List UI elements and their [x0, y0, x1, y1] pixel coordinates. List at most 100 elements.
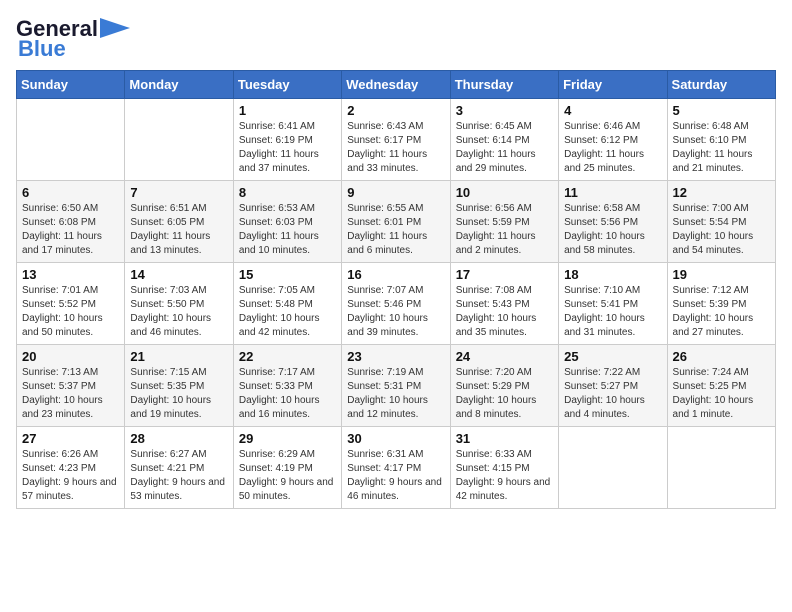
- day-number: 9: [347, 185, 444, 200]
- weekday-header: Friday: [559, 71, 667, 99]
- day-number: 17: [456, 267, 553, 282]
- weekday-header: Wednesday: [342, 71, 450, 99]
- day-info: Sunrise: 7:19 AMSunset: 5:31 PMDaylight:…: [347, 366, 444, 422]
- day-number: 10: [456, 185, 553, 200]
- calendar-cell: 27Sunrise: 6:26 AMSunset: 4:23 PMDayligh…: [17, 427, 125, 509]
- day-number: 25: [564, 349, 661, 364]
- day-number: 18: [564, 267, 661, 282]
- calendar-cell: 28 Sunrise: 6:27 AMSunset: 4:21 PMDayligh…: [125, 427, 233, 509]
- calendar-cell: [667, 427, 775, 509]
- calendar-cell: 17 Sunrise: 7:08 AMSunset: 5:43 PMDayligh…: [450, 263, 558, 345]
- day-info: Sunrise: 7:10 AMSunset: 5:41 PMDaylight:…: [564, 284, 661, 340]
- day-number: 31: [456, 431, 553, 446]
- day-number: 2: [347, 103, 444, 118]
- day-number: 15: [239, 267, 336, 282]
- weekday-header: Monday: [125, 71, 233, 99]
- day-number: 23: [347, 349, 444, 364]
- logo-blue: Blue: [16, 36, 66, 62]
- calendar-cell: 30 Sunrise: 6:31 AMSunset: 4:17 PMDayligh…: [342, 427, 450, 509]
- calendar-header: SundayMondayTuesdayWednesdayThursdayFrid…: [17, 71, 776, 99]
- calendar-cell: 16Sunrise: 7:07 AMSunset: 5:46 PMDayligh…: [342, 263, 450, 345]
- calendar-cell: 24 Sunrise: 7:20 AMSunset: 5:29 PMDayligh…: [450, 345, 558, 427]
- calendar-cell: 12Sunrise: 7:00 AMSunset: 5:54 PMDayligh…: [667, 181, 775, 263]
- calendar-cell: 5 Sunrise: 6:48 AMSunset: 6:10 PMDaylight…: [667, 99, 775, 181]
- calendar-cell: 31Sunrise: 6:33 AMSunset: 4:15 PMDayligh…: [450, 427, 558, 509]
- day-number: 16: [347, 267, 444, 282]
- day-number: 30: [347, 431, 444, 446]
- calendar-cell: 3 Sunrise: 6:45 AMSunset: 6:14 PMDaylight…: [450, 99, 558, 181]
- day-info: Sunrise: 6:45 AMSunset: 6:14 PMDaylight:…: [456, 120, 553, 176]
- day-info: Sunrise: 6:41 AMSunset: 6:19 PMDaylight:…: [239, 120, 336, 176]
- calendar-cell: 11Sunrise: 6:58 AMSunset: 5:56 PMDayligh…: [559, 181, 667, 263]
- day-info: Sunrise: 7:08 AMSunset: 5:43 PMDaylight:…: [456, 284, 553, 340]
- calendar-cell: 8 Sunrise: 6:53 AMSunset: 6:03 PMDaylight…: [233, 181, 341, 263]
- day-number: 29: [239, 431, 336, 446]
- day-number: 21: [130, 349, 227, 364]
- calendar-body: 1 Sunrise: 6:41 AMSunset: 6:19 PMDaylight…: [17, 99, 776, 509]
- calendar-cell: 15 Sunrise: 7:05 AMSunset: 5:48 PMDayligh…: [233, 263, 341, 345]
- calendar-week-row: 6Sunrise: 6:50 AMSunset: 6:08 PMDaylight…: [17, 181, 776, 263]
- day-number: 7: [130, 185, 227, 200]
- day-info: Sunrise: 6:55 AMSunset: 6:01 PMDaylight:…: [347, 202, 444, 258]
- day-number: 22: [239, 349, 336, 364]
- day-info: Sunrise: 7:15 AMSunset: 5:35 PMDaylight:…: [130, 366, 227, 422]
- calendar-cell: 2 Sunrise: 6:43 AMSunset: 6:17 PMDaylight…: [342, 99, 450, 181]
- day-number: 26: [673, 349, 770, 364]
- weekday-header: Tuesday: [233, 71, 341, 99]
- calendar-cell: 21 Sunrise: 7:15 AMSunset: 5:35 PMDayligh…: [125, 345, 233, 427]
- day-info: Sunrise: 7:01 AMSunset: 5:52 PMDaylight:…: [22, 284, 119, 340]
- calendar-cell: 18 Sunrise: 7:10 AMSunset: 5:41 PMDayligh…: [559, 263, 667, 345]
- calendar-cell: 25 Sunrise: 7:22 AMSunset: 5:27 PMDayligh…: [559, 345, 667, 427]
- day-number: 4: [564, 103, 661, 118]
- calendar-week-row: 1 Sunrise: 6:41 AMSunset: 6:19 PMDaylight…: [17, 99, 776, 181]
- day-number: 13: [22, 267, 119, 282]
- calendar-cell: 20Sunrise: 7:13 AMSunset: 5:37 PMDayligh…: [17, 345, 125, 427]
- weekday-row: SundayMondayTuesdayWednesdayThursdayFrid…: [17, 71, 776, 99]
- day-number: 5: [673, 103, 770, 118]
- day-info: Sunrise: 6:48 AMSunset: 6:10 PMDaylight:…: [673, 120, 770, 176]
- day-info: Sunrise: 6:53 AMSunset: 6:03 PMDaylight:…: [239, 202, 336, 258]
- day-number: 24: [456, 349, 553, 364]
- day-info: Sunrise: 6:43 AMSunset: 6:17 PMDaylight:…: [347, 120, 444, 176]
- day-info: Sunrise: 6:46 AMSunset: 6:12 PMDaylight:…: [564, 120, 661, 176]
- day-info: Sunrise: 6:29 AMSunset: 4:19 PMDaylight:…: [239, 448, 336, 504]
- calendar-cell: 19Sunrise: 7:12 AMSunset: 5:39 PMDayligh…: [667, 263, 775, 345]
- day-number: 27: [22, 431, 119, 446]
- calendar-cell: 4 Sunrise: 6:46 AMSunset: 6:12 PMDaylight…: [559, 99, 667, 181]
- day-info: Sunrise: 7:20 AMSunset: 5:29 PMDaylight:…: [456, 366, 553, 422]
- day-number: 28: [130, 431, 227, 446]
- calendar-cell: [559, 427, 667, 509]
- day-number: 1: [239, 103, 336, 118]
- calendar-week-row: 13 Sunrise: 7:01 AMSunset: 5:52 PMDayligh…: [17, 263, 776, 345]
- calendar-cell: 14Sunrise: 7:03 AMSunset: 5:50 PMDayligh…: [125, 263, 233, 345]
- day-number: 6: [22, 185, 119, 200]
- calendar-cell: 26 Sunrise: 7:24 AMSunset: 5:25 PMDayligh…: [667, 345, 775, 427]
- calendar-cell: 10 Sunrise: 6:56 AMSunset: 5:59 PMDayligh…: [450, 181, 558, 263]
- day-info: Sunrise: 7:22 AMSunset: 5:27 PMDaylight:…: [564, 366, 661, 422]
- weekday-header: Saturday: [667, 71, 775, 99]
- calendar-cell: [17, 99, 125, 181]
- day-info: Sunrise: 6:27 AMSunset: 4:21 PMDaylight:…: [130, 448, 227, 504]
- calendar-table: SundayMondayTuesdayWednesdayThursdayFrid…: [16, 70, 776, 509]
- day-info: Sunrise: 7:17 AMSunset: 5:33 PMDaylight:…: [239, 366, 336, 422]
- day-info: Sunrise: 7:13 AMSunset: 5:37 PMDaylight:…: [22, 366, 119, 422]
- day-info: Sunrise: 6:56 AMSunset: 5:59 PMDaylight:…: [456, 202, 553, 258]
- calendar-cell: [125, 99, 233, 181]
- day-number: 19: [673, 267, 770, 282]
- calendar-week-row: 27Sunrise: 6:26 AMSunset: 4:23 PMDayligh…: [17, 427, 776, 509]
- day-info: Sunrise: 6:31 AMSunset: 4:17 PMDaylight:…: [347, 448, 444, 504]
- day-number: 3: [456, 103, 553, 118]
- calendar-cell: 7Sunrise: 6:51 AMSunset: 6:05 PMDaylight…: [125, 181, 233, 263]
- calendar-cell: 1 Sunrise: 6:41 AMSunset: 6:19 PMDaylight…: [233, 99, 341, 181]
- day-number: 14: [130, 267, 227, 282]
- day-info: Sunrise: 7:24 AMSunset: 5:25 PMDaylight:…: [673, 366, 770, 422]
- calendar-cell: 9 Sunrise: 6:55 AMSunset: 6:01 PMDaylight…: [342, 181, 450, 263]
- day-info: Sunrise: 7:05 AMSunset: 5:48 PMDaylight:…: [239, 284, 336, 340]
- day-info: Sunrise: 6:58 AMSunset: 5:56 PMDaylight:…: [564, 202, 661, 258]
- day-number: 8: [239, 185, 336, 200]
- calendar-cell: 6Sunrise: 6:50 AMSunset: 6:08 PMDaylight…: [17, 181, 125, 263]
- calendar-cell: 23 Sunrise: 7:19 AMSunset: 5:31 PMDayligh…: [342, 345, 450, 427]
- weekday-header: Sunday: [17, 71, 125, 99]
- calendar-cell: 29 Sunrise: 6:29 AMSunset: 4:19 PMDayligh…: [233, 427, 341, 509]
- day-number: 12: [673, 185, 770, 200]
